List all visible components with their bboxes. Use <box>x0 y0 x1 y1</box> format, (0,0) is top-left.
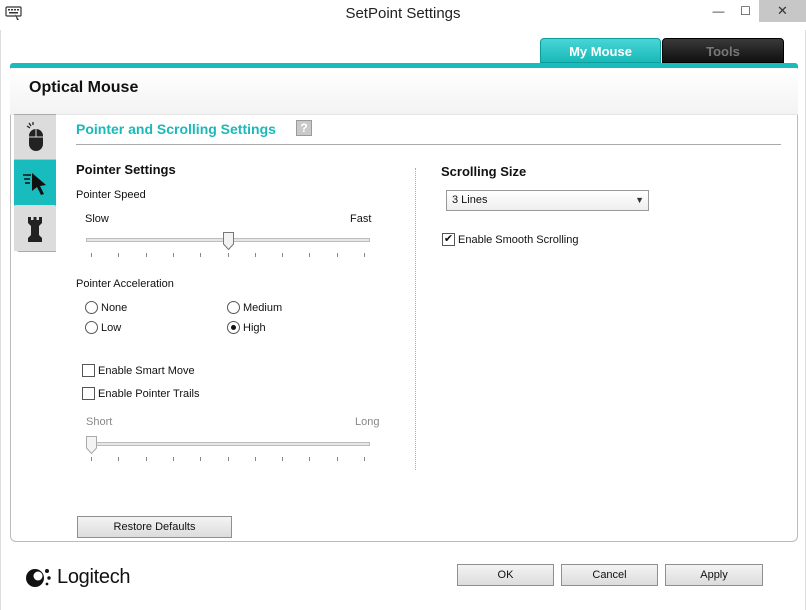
accel-high-radio[interactable] <box>227 321 240 334</box>
maximize-button[interactable]: ☐ <box>732 0 759 22</box>
side-tab-game[interactable] <box>14 206 56 251</box>
section-title: Pointer and Scrolling Settings <box>76 121 276 137</box>
device-name: Optical Mouse <box>29 79 139 96</box>
minimize-button[interactable]: — <box>705 0 732 22</box>
accel-none-radio[interactable] <box>85 301 98 314</box>
slider-tick <box>172 253 174 257</box>
slider-tick <box>91 253 92 257</box>
accel-low-radio[interactable] <box>85 321 98 334</box>
accel-medium-label: Medium <box>243 302 283 314</box>
smooth-scrolling-checkbox[interactable]: ✔ <box>442 233 455 246</box>
restore-defaults-button[interactable]: Restore Defaults <box>77 516 232 538</box>
slider-tick <box>227 457 229 461</box>
trails-min-label: Short <box>86 416 113 428</box>
slider-tick <box>172 457 174 461</box>
title-bar: SetPoint Settings — ☐ ✕ <box>0 0 806 30</box>
slider-tick <box>254 253 256 257</box>
pointer-speed-label: Pointer Speed <box>76 189 146 201</box>
slider-tick <box>200 253 202 257</box>
slider-tick <box>227 253 229 257</box>
column-divider <box>415 168 416 470</box>
help-icon[interactable]: ? <box>296 120 312 136</box>
logitech-wordmark: Logitech <box>57 565 131 588</box>
close-button[interactable]: ✕ <box>759 0 806 22</box>
logitech-mark-icon <box>26 569 51 587</box>
slider-tick <box>145 253 147 257</box>
pointer-trails-label: Enable Pointer Trails <box>98 388 200 400</box>
slider-tick <box>118 457 120 461</box>
pointer-settings-title: Pointer Settings <box>76 162 176 177</box>
trails-max-label: Long <box>355 416 380 428</box>
slider-tick <box>336 253 338 257</box>
slider-tick <box>91 457 92 461</box>
smooth-scrolling-label: Enable Smooth Scrolling <box>458 234 579 246</box>
scrolling-size-value: 3 Lines <box>452 194 488 206</box>
side-tab-pointer[interactable] <box>14 160 56 205</box>
accel-none-label: None <box>101 302 128 314</box>
speed-min-label: Slow <box>85 213 109 225</box>
settings-panel <box>10 68 798 542</box>
slider-tick <box>118 253 120 257</box>
logitech-logo: Logitech <box>23 563 131 591</box>
trails-length-thumb[interactable] <box>86 436 97 454</box>
window-title: SetPoint Settings <box>345 5 461 22</box>
slider-tick <box>364 253 365 257</box>
slider-tick <box>309 253 311 257</box>
slider-tick <box>282 253 284 257</box>
chess-rook-icon <box>28 216 42 242</box>
cancel-button[interactable]: Cancel <box>561 564 658 586</box>
chevron-down-icon: ▼ <box>635 195 644 205</box>
slider-tick <box>145 457 147 461</box>
tab-tools[interactable]: Tools <box>662 38 784 63</box>
mouse-buttons-icon <box>26 122 43 151</box>
scrolling-size-title: Scrolling Size <box>441 164 527 179</box>
pointer-acceleration-label: Pointer Acceleration <box>76 278 174 290</box>
slider-tick <box>364 457 365 461</box>
pointer-speed-thumb[interactable] <box>222 232 234 250</box>
apply-button[interactable]: Apply <box>665 564 763 586</box>
accel-medium-radio[interactable] <box>227 301 240 314</box>
accel-high-label: High <box>243 322 266 334</box>
slider-tick <box>282 457 284 461</box>
slider-tick <box>254 457 256 461</box>
smart-move-label: Enable Smart Move <box>98 365 195 377</box>
smart-move-checkbox[interactable] <box>82 364 95 377</box>
speed-max-label: Fast <box>350 213 372 225</box>
pointer-trails-checkbox[interactable] <box>82 387 95 400</box>
tab-my-mouse[interactable]: My Mouse <box>540 38 661 63</box>
ok-button[interactable]: OK <box>457 564 554 586</box>
slider-tick <box>336 457 338 461</box>
pointer-icon <box>23 172 46 195</box>
section-divider <box>76 144 781 145</box>
slider-tick <box>200 457 202 461</box>
trails-length-slider[interactable] <box>86 442 370 446</box>
accel-low-label: Low <box>101 322 122 334</box>
scrolling-size-select[interactable]: 3 Lines ▼ <box>446 190 649 211</box>
slider-tick <box>309 457 311 461</box>
side-tab-buttons[interactable] <box>14 115 56 160</box>
